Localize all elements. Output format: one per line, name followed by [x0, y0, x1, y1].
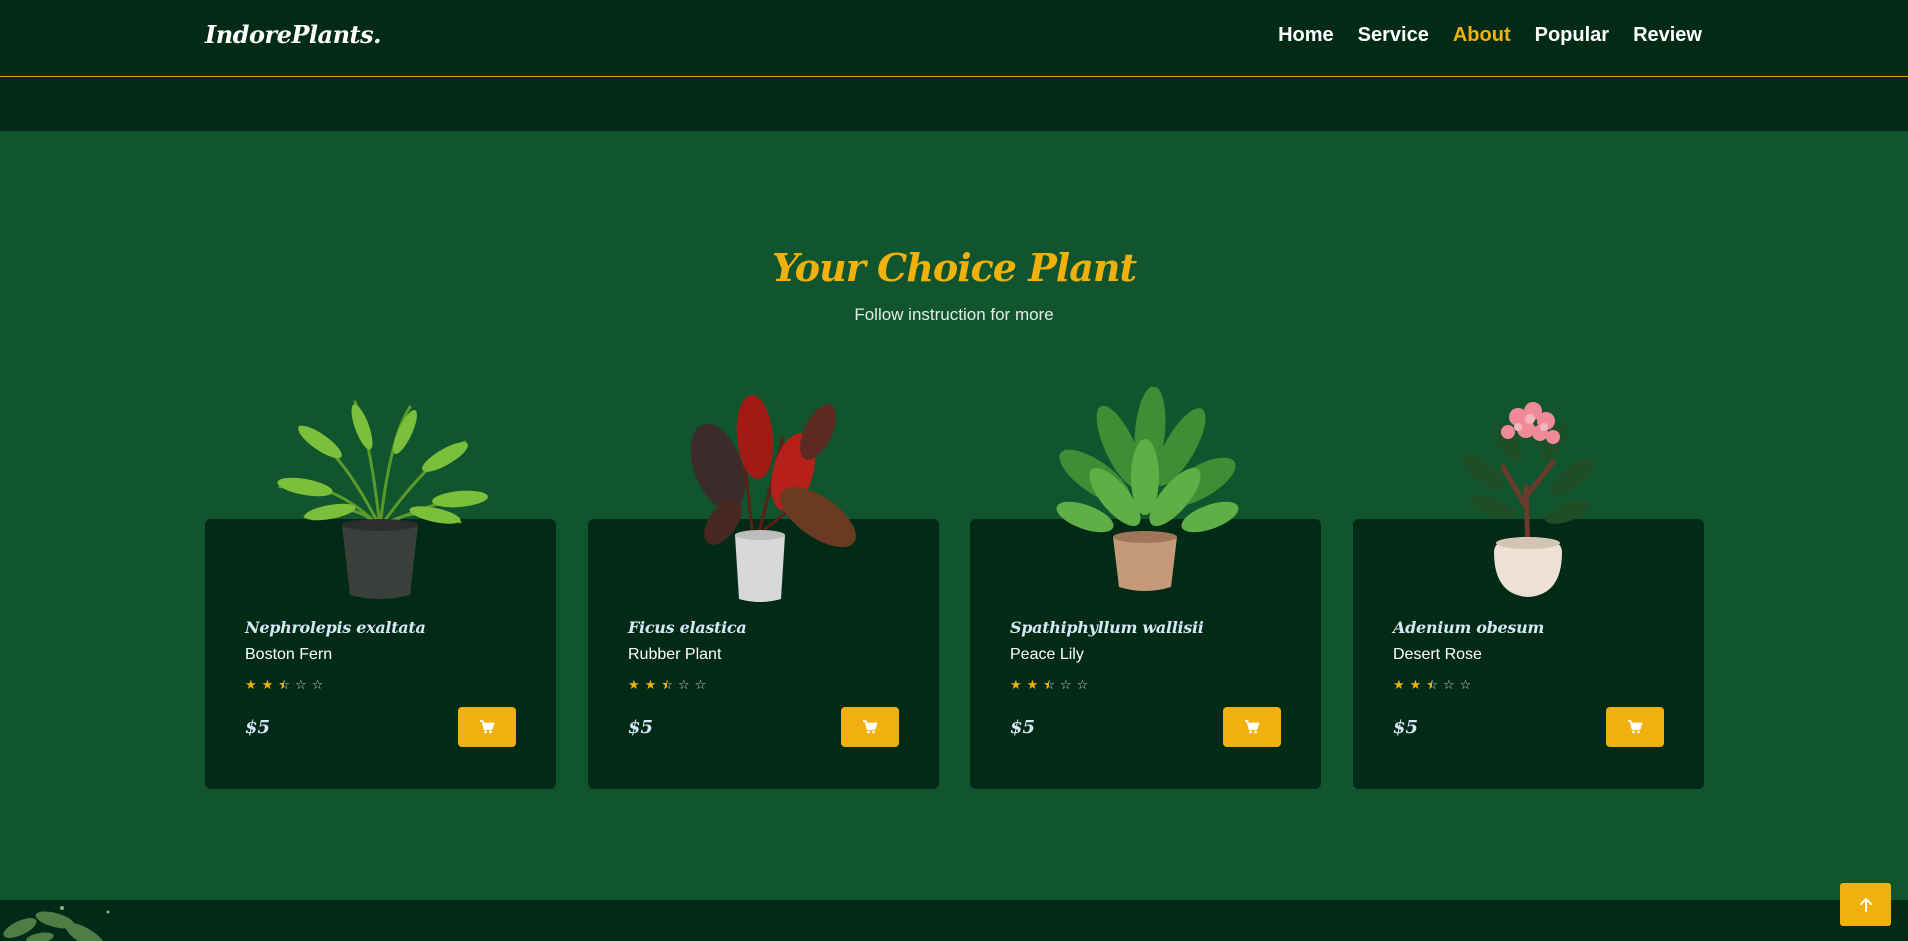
- star-full-icon: ★: [1409, 677, 1422, 692]
- footer-band: [0, 900, 1908, 941]
- star-half-icon: ☆: [1426, 677, 1438, 693]
- star-full-icon: ★: [628, 677, 640, 692]
- star-empty-icon: ☆: [1442, 677, 1455, 692]
- star-full-icon: ★: [644, 677, 657, 692]
- product-latin-name: Adenium obesum: [1393, 618, 1545, 637]
- nav-review[interactable]: Review: [1633, 24, 1702, 47]
- star-full-icon: ★: [1026, 677, 1039, 692]
- product-price: $5: [245, 717, 271, 738]
- product-card: Ficus elastica Rubber Plant ★ ★ ☆ ☆ ☆ $5: [588, 395, 939, 789]
- nav-home[interactable]: Home: [1278, 24, 1334, 47]
- peace-lily-image: [1056, 387, 1239, 591]
- product-price: $5: [1010, 717, 1036, 738]
- star-full-icon: ★: [1393, 677, 1405, 692]
- rating-stars: ★ ★ ☆ ☆ ☆: [245, 677, 323, 693]
- star-half-icon: ☆: [1043, 677, 1055, 693]
- product-common-name: Desert Rose: [1393, 646, 1482, 663]
- product-common-name: Rubber Plant: [628, 646, 722, 663]
- product-latin-name: Spathiphyllum wallisii: [1010, 618, 1204, 637]
- header-divider: [0, 76, 1908, 77]
- star-full-icon: ★: [245, 677, 257, 692]
- desert-rose-image: [1462, 402, 1594, 597]
- product-card: Adenium obesum Desert Rose ★ ★ ☆ ☆ ☆ $5: [1353, 402, 1704, 789]
- product-price: $5: [628, 717, 654, 738]
- main-nav: Home Service About Popular Review: [1278, 24, 1702, 47]
- add-to-cart-button[interactable]: [458, 707, 516, 747]
- star-half-icon: ☆: [661, 677, 673, 693]
- add-to-cart-button[interactable]: [1223, 707, 1281, 747]
- cart-icon: [1628, 720, 1643, 734]
- star-empty-icon: ☆: [1076, 677, 1089, 692]
- boston-fern-image: [277, 400, 488, 599]
- arrow-up-icon: [1859, 897, 1872, 912]
- cart-icon: [480, 720, 495, 734]
- cart-icon: [1245, 720, 1260, 734]
- star-half-icon: ☆: [278, 677, 290, 693]
- rating-stars: ★ ★ ☆ ☆ ☆: [628, 677, 706, 693]
- product-common-name: Boston Fern: [245, 646, 333, 663]
- add-to-cart-button[interactable]: [841, 707, 899, 747]
- product-price: $5: [1393, 717, 1419, 738]
- cart-icon: [863, 720, 878, 734]
- product-card: Spathiphyllum wallisii Peace Lily ★ ★ ☆ …: [970, 387, 1321, 789]
- nav-service[interactable]: Service: [1358, 24, 1429, 47]
- star-empty-icon: ☆: [1459, 677, 1472, 692]
- leaf-decoration-icon: [3, 906, 110, 941]
- nav-about[interactable]: About: [1453, 24, 1511, 47]
- rubber-plant-image: [690, 395, 856, 602]
- add-to-cart-button[interactable]: [1606, 707, 1664, 747]
- star-empty-icon: ☆: [677, 677, 690, 692]
- product-card: Nephrolepis exaltata Boston Fern ★ ★ ☆ ☆…: [205, 400, 556, 789]
- site-header: IndorePlants. Home Service About Popular…: [0, 0, 1908, 131]
- star-empty-icon: ☆: [311, 677, 324, 692]
- star-full-icon: ★: [1010, 677, 1022, 692]
- product-common-name: Peace Lily: [1010, 646, 1084, 663]
- nav-popular[interactable]: Popular: [1535, 24, 1609, 47]
- section-title: Your Choice Plant: [771, 245, 1137, 290]
- rating-stars: ★ ★ ☆ ☆ ☆: [1010, 677, 1088, 693]
- star-empty-icon: ☆: [1059, 677, 1072, 692]
- star-full-icon: ★: [261, 677, 274, 692]
- star-empty-icon: ☆: [294, 677, 307, 692]
- site-logo[interactable]: IndorePlants.: [205, 20, 382, 49]
- product-latin-name: Nephrolepis exaltata: [245, 618, 426, 637]
- rating-stars: ★ ★ ☆ ☆ ☆: [1393, 677, 1471, 693]
- scroll-to-top-button[interactable]: [1840, 883, 1891, 926]
- section-subtitle: Follow instruction for more: [854, 305, 1054, 324]
- star-empty-icon: ☆: [694, 677, 707, 692]
- product-latin-name: Ficus elastica: [628, 618, 747, 637]
